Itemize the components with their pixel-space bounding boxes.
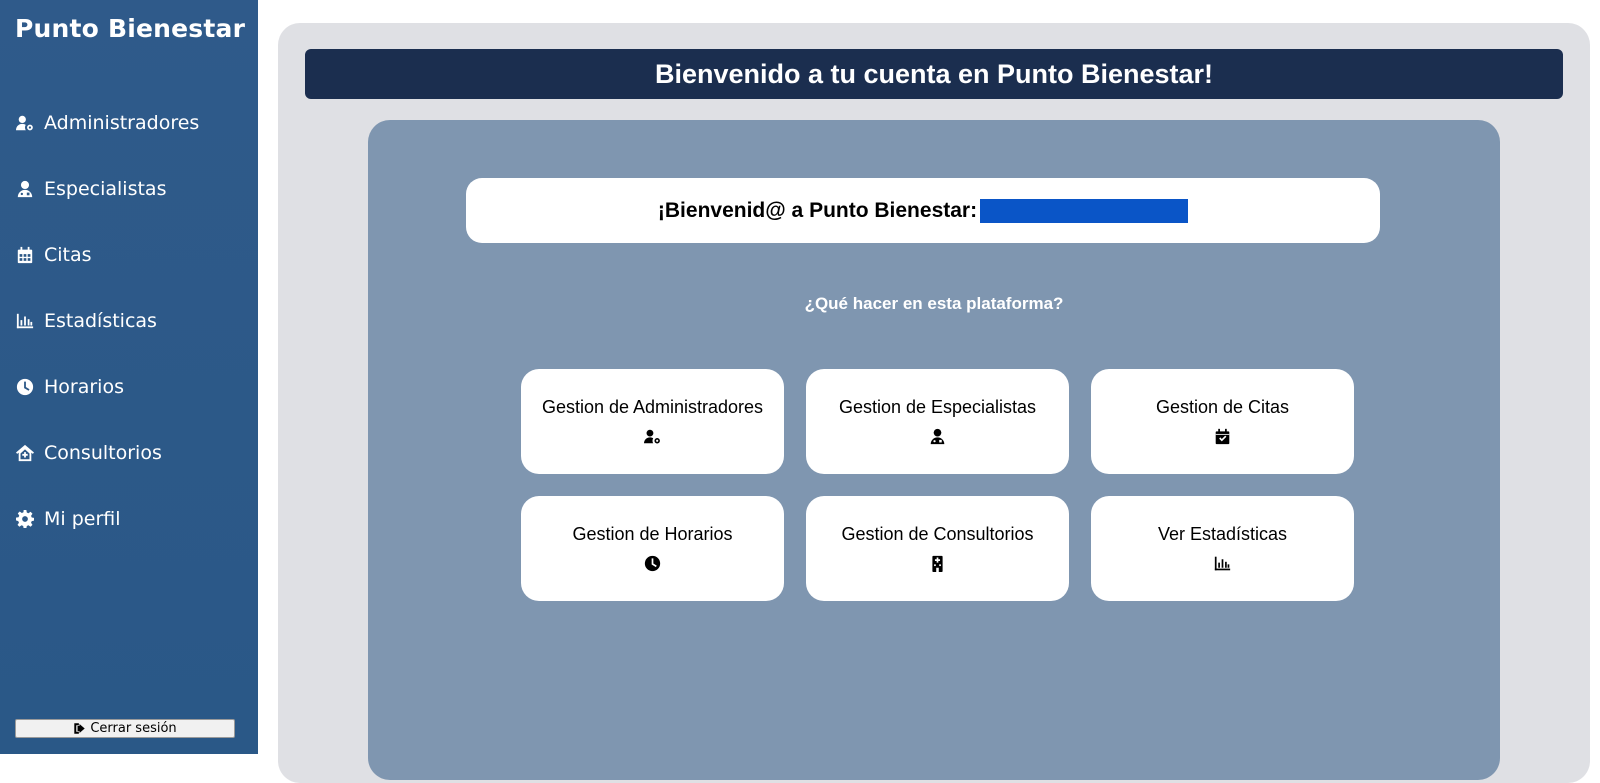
user-doctor-icon <box>15 179 35 199</box>
page-title: Bienvenido a tu cuenta en Punto Bienesta… <box>305 49 1563 99</box>
calendar-icon <box>15 245 35 265</box>
sidebar-item-mi-perfil[interactable]: Mi perfil <box>15 504 121 534</box>
card-gestion-administradores[interactable]: Gestion de Administradores <box>521 369 784 474</box>
card-gestion-citas[interactable]: Gestion de Citas <box>1091 369 1354 474</box>
user-doctor-icon <box>929 427 947 445</box>
platform-question: ¿Qué hacer en esta plataforma? <box>804 294 1064 313</box>
clock-icon <box>644 554 662 572</box>
sidebar-item-label: Estadísticas <box>44 310 157 332</box>
card-ver-estadisticas[interactable]: Ver Estadísticas <box>1091 496 1354 601</box>
card-gestion-horarios[interactable]: Gestion de Horarios <box>521 496 784 601</box>
card-label: Gestion de Citas <box>1155 397 1290 417</box>
house-medical-icon <box>15 443 35 463</box>
bar-chart-icon <box>1214 554 1232 572</box>
card-label: Gestion de Administradores <box>541 397 764 417</box>
user-gear-icon <box>15 113 35 133</box>
hospital-icon <box>929 554 947 572</box>
sidebar-item-label: Horarios <box>44 376 124 398</box>
sidebar-item-citas[interactable]: Citas <box>15 240 92 270</box>
welcome-box: ¡Bienvenid@ a Punto Bienestar: <box>466 178 1380 243</box>
sidebar: Punto Bienestar Administradores Especial… <box>0 0 258 754</box>
sidebar-item-consultorios[interactable]: Consultorios <box>15 438 162 468</box>
logout-button[interactable]: Cerrar sesión <box>15 719 235 738</box>
card-gestion-especialistas[interactable]: Gestion de Especialistas <box>806 369 1069 474</box>
card-label: Gestion de Consultorios <box>841 524 1034 544</box>
user-gear-icon <box>644 427 662 445</box>
sidebar-item-administradores[interactable]: Administradores <box>15 108 199 138</box>
brand-title: Punto Bienestar <box>15 14 246 43</box>
sidebar-item-especialistas[interactable]: Especialistas <box>15 174 166 204</box>
card-label: Gestion de Especialistas <box>838 397 1037 417</box>
sidebar-item-label: Citas <box>44 244 92 266</box>
card-gestion-consultorios[interactable]: Gestion de Consultorios <box>806 496 1069 601</box>
card-label: Gestion de Horarios <box>572 524 733 544</box>
card-label: Ver Estadísticas <box>1157 524 1288 544</box>
redacted-username <box>980 198 1189 223</box>
gear-icon <box>15 509 35 529</box>
sidebar-item-horarios[interactable]: Horarios <box>15 372 124 402</box>
clock-icon <box>15 377 35 397</box>
sidebar-item-label: Mi perfil <box>44 508 121 530</box>
sidebar-item-estadisticas[interactable]: Estadísticas <box>15 306 157 336</box>
welcome-text: ¡Bienvenid@ a Punto Bienestar: <box>657 198 978 222</box>
logout-label: Cerrar sesión <box>90 721 177 736</box>
sidebar-item-label: Administradores <box>44 112 200 134</box>
sidebar-item-label: Consultorios <box>44 442 162 464</box>
bar-chart-icon <box>15 311 35 331</box>
sign-out-icon <box>74 723 86 734</box>
sidebar-item-label: Especialistas <box>44 178 167 200</box>
calendar-check-icon <box>1214 427 1232 445</box>
